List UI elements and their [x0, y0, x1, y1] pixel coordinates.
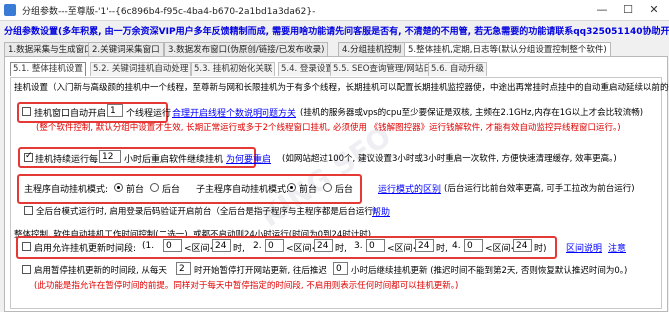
notice-text: 分组参数设置(多年积累, 由一万余资深VIP用户多年反馈精制而成, 需要用啥功能… — [4, 27, 669, 37]
mode-desc: (后台运行比前台效率更高, 可手工拉改为前台运行) — [444, 184, 635, 194]
subtab-keyword[interactable]: 5.2. 关键词挂机自动处理 — [90, 62, 192, 76]
range-1-unit: 时, — [233, 244, 245, 254]
background-help-link[interactable]: 帮助 — [372, 205, 390, 218]
pause-mid: 时开始暂停打开网站更新, 往后推迟 — [194, 266, 327, 276]
app-icon — [4, 4, 16, 16]
subtab-overall[interactable]: 5.1. 整体挂机设置 — [10, 62, 86, 76]
range-close: 时) — [534, 244, 547, 254]
close-icon[interactable]: ✕ — [641, 0, 667, 20]
pause-delay-input[interactable]: 0 — [333, 262, 348, 275]
subtab-init[interactable]: 5.3. 挂机初始化关联 — [191, 62, 276, 76]
thread-desc: (挂机的服务器或vps的cpu至少要保证是双核, 主频在2.1GHz,内存在1G… — [300, 108, 644, 118]
range-help-link[interactable]: 区间说明 — [566, 241, 602, 254]
range-1-from-input[interactable]: 0 — [163, 239, 182, 252]
section-intro: 挂机设置（入门新与高级颜的挂机中一个线程，至尊新与网和长限挂机为于有多个线程，长… — [14, 83, 669, 93]
main-mode-front-label: 前台 — [126, 185, 145, 195]
range-4-from-input[interactable]: 0 — [464, 239, 483, 252]
thread-unit: 个线程运行 — [126, 109, 172, 119]
range-2-to-input[interactable]: 24 — [314, 239, 333, 252]
range-2-unit: 时, — [335, 244, 347, 254]
sub-tabs: 5.1. 整体挂机设置 5.2. 关键词挂机自动处理 5.3. 挂机初始化关联 … — [10, 62, 660, 76]
tab-group-control[interactable]: 4.分组挂机控制 — [338, 42, 406, 57]
mode-diff-link[interactable]: 运行模式的区别 — [378, 182, 441, 195]
pause-label: 启用暂停挂机更新的时间段, 从每天 — [34, 266, 167, 276]
maximize-icon[interactable]: ☐ — [615, 0, 641, 20]
tab-data-collect[interactable]: 1.数据采集与生成窗口 — [4, 42, 97, 57]
sub-mode-label: 子主程序自动挂机模式: — [196, 185, 290, 195]
main-mode-back-label: 后台 — [162, 185, 181, 195]
restart-label: 挂机持续运行每 — [35, 155, 99, 165]
thread-count-input[interactable]: 1 — [107, 104, 123, 117]
sub-mode-front-radio[interactable] — [287, 183, 296, 192]
range-3-from-input[interactable]: 0 — [366, 239, 385, 252]
minimize-icon[interactable]: — — [589, 0, 615, 20]
range-4-to-input[interactable]: 24 — [513, 239, 532, 252]
subtab-seo[interactable]: 5.5. SEO查询管理/网站日 — [330, 62, 435, 76]
range-1-index: (1. — [142, 241, 155, 251]
title-bar: 分组参数---至尊版-'1'--{6c896b4-f95c-4ba4-b670-… — [0, 0, 669, 21]
main-mode-label: 主程序自动挂机模式: — [24, 185, 109, 195]
restart-desc: (如网站超过100个, 建议设置3小时或3小时重启一次软件, 方便快速清理缓存,… — [282, 154, 617, 164]
thread-autostart-label: 挂机窗口自动开启 — [34, 109, 107, 119]
thread-help-link[interactable]: 合理开启线程个数说明 — [172, 106, 262, 119]
sub-mode-back-label: 后台 — [335, 185, 354, 195]
restart-hours-input[interactable]: 12 — [99, 150, 121, 163]
range-3-index: 3. — [354, 241, 363, 251]
pause-tail: 小时后继续挂机更新 (推迟时间不能到第2天, 否则恢复默认推迟时间为0。) — [351, 266, 628, 276]
pause-warning: (此功能是指允许在暂停时间的前提。同样对于每天中暂停指定的时间段, 不启用则表示… — [34, 281, 459, 291]
restart-why-link[interactable]: 为何要重启 — [226, 152, 271, 165]
range-3-unit: 时, — [436, 244, 448, 254]
window-title: 分组参数---至尊版-'1'--{6c896b4-f95c-4ba4-b670-… — [22, 7, 316, 17]
subtab-upgrade[interactable]: 5.6. 自动升级 — [428, 62, 487, 76]
range-2-index: 2. — [253, 241, 262, 251]
subtab-login[interactable]: 5.4. 登录设置 — [278, 62, 337, 76]
restart-checkbox[interactable] — [24, 151, 33, 162]
main-mode-front-radio[interactable] — [114, 183, 123, 192]
range-3-to-input[interactable]: 24 — [415, 239, 434, 252]
background-verify-label: 全后台模式运行时, 启用登录后码验证开启前台（全后台是指子程序与主程序都是后台运… — [36, 207, 382, 217]
range-note-link[interactable]: 注意 — [608, 241, 626, 254]
thread-warning: (整个软件控制, 默认分组中设置才生效, 长期正常运行或多于2个线程窗口挂机, … — [36, 123, 621, 133]
tab-data-publish[interactable]: 3.数据发布窗口(伪原创/链接/已发布收录) — [164, 42, 329, 57]
main-mode-back-radio[interactable] — [150, 183, 159, 192]
thread-problem-link[interactable]: 问题方关 — [260, 106, 296, 119]
range-2-from-input[interactable]: 0 — [265, 239, 284, 252]
tab-overall-settings[interactable]: 5.整体挂机,定期,日志等(默认分组设置控制整个软件) — [404, 42, 611, 57]
sub-mode-back-radio[interactable] — [323, 183, 332, 192]
pause-start-input[interactable]: 2 — [176, 262, 191, 275]
restart-unit: 小时后重启软件继续挂机 — [124, 155, 224, 165]
tab-keyword-collect[interactable]: 2.关键词采集窗口 — [88, 42, 164, 57]
thread-autostart-checkbox[interactable] — [22, 107, 31, 116]
range-4-index: 4. — [452, 241, 461, 251]
sub-mode-front-label: 前台 — [299, 185, 318, 195]
range-1-to-input[interactable]: 24 — [212, 239, 231, 252]
main-tabs: 1.数据采集与生成窗口 2.关键词采集窗口 3.数据发布窗口(伪原创/链接/已发… — [4, 42, 666, 57]
time-range-label: 启用允许挂机更新时间段: — [34, 244, 137, 254]
time-range-checkbox[interactable] — [22, 242, 31, 251]
background-verify-checkbox[interactable] — [24, 206, 33, 215]
pause-checkbox[interactable] — [22, 265, 31, 274]
